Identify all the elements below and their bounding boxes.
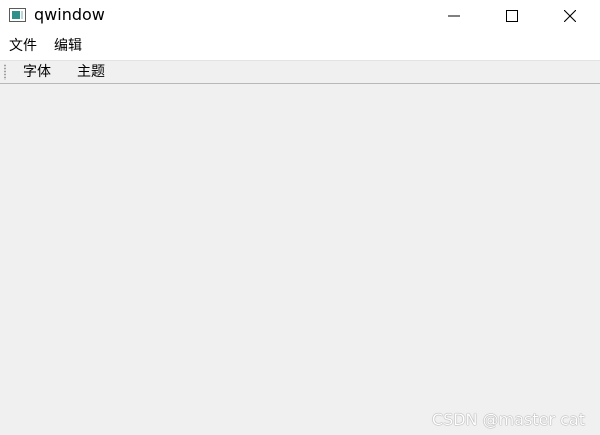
menu-item-edit[interactable]: 编辑 — [54, 37, 82, 55]
central-widget — [0, 84, 600, 434]
window-icon-pane — [12, 11, 20, 19]
watermark-text: CSDN @master cat — [431, 410, 585, 429]
menu-bar: 文件 编辑 — [0, 32, 600, 60]
minimize-button[interactable] — [425, 0, 483, 32]
toolbar-grip-handle[interactable] — [4, 64, 6, 80]
menu-item-file[interactable]: 文件 — [9, 37, 37, 55]
app-window: qwindow 文件 编辑 字体 主题 CSDN @master cat — [0, 0, 600, 435]
window-title: qwindow — [34, 5, 105, 24]
window-icon[interactable] — [9, 8, 26, 22]
toolbar-button-font[interactable]: 字体 — [23, 63, 51, 81]
toolbar-button-theme[interactable]: 主题 — [77, 63, 105, 81]
maximize-button[interactable] — [483, 0, 541, 32]
minimize-icon — [448, 15, 460, 17]
maximize-icon — [506, 10, 518, 22]
toolbar: 字体 主题 — [0, 60, 600, 84]
title-bar[interactable]: qwindow — [0, 0, 600, 32]
close-button[interactable] — [541, 0, 599, 32]
window-icon-pane-light — [21, 11, 23, 19]
close-icon — [564, 10, 576, 22]
